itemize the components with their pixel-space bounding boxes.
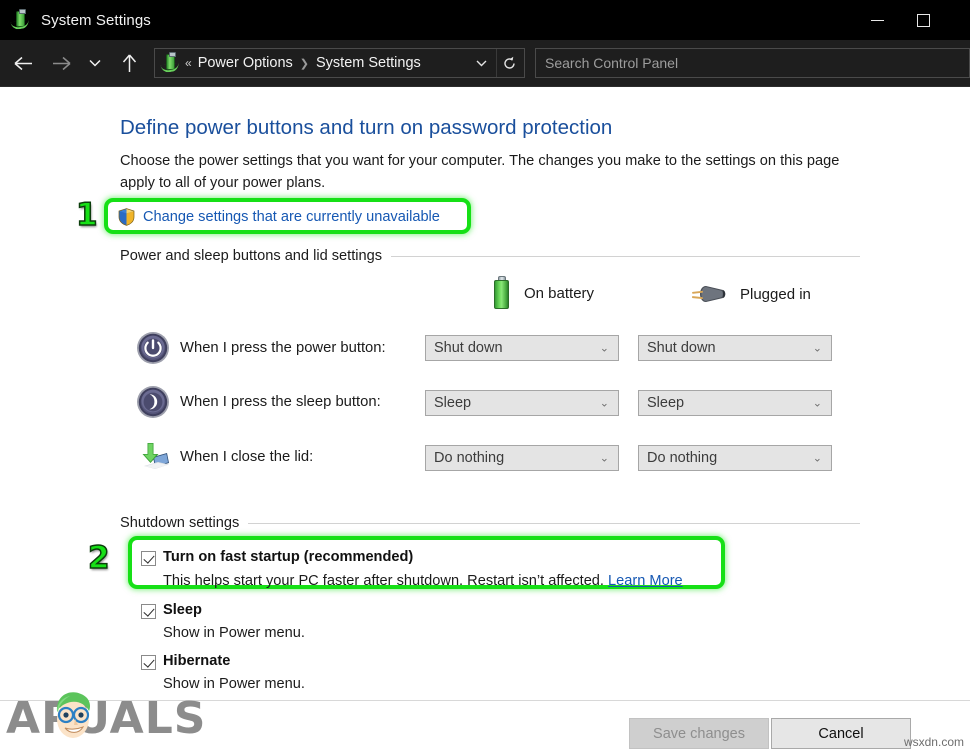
- page-description: Choose the power settings that you want …: [120, 150, 850, 194]
- checkbox-icon[interactable]: [141, 655, 156, 670]
- appuals-brand-a: A: [6, 697, 41, 741]
- hibernate-description: Show in Power menu.: [163, 676, 305, 692]
- uac-shield-icon: [118, 208, 135, 226]
- breadcrumb-overflow-icon[interactable]: «: [185, 56, 192, 70]
- breadcrumb-power-options[interactable]: Power Options: [198, 55, 293, 71]
- shutdown-group-header: Shutdown settings: [120, 515, 860, 531]
- breadcrumb-battery-icon: [160, 53, 182, 73]
- column-header-on-battery: On battery: [492, 276, 594, 310]
- change-settings-link[interactable]: Change settings that are currently unava…: [143, 209, 440, 225]
- combo-close-lid-plugged-in[interactable]: Do nothing ⌄: [638, 445, 832, 471]
- callout-number-2: 2: [88, 543, 110, 574]
- row-label-close-lid: When I close the lid:: [180, 449, 313, 465]
- chevron-down-icon: ⌄: [813, 452, 822, 465]
- window-battery-icon: [11, 10, 31, 30]
- row-label-sleep-button: When I press the sleep button:: [180, 394, 381, 410]
- refresh-icon: [502, 56, 517, 71]
- window-title: System Settings: [41, 12, 151, 29]
- address-bar: « Power Options ❯ System Settings Search…: [0, 40, 970, 87]
- hibernate-label: Hibernate: [163, 653, 230, 669]
- combo-value: Shut down: [434, 340, 503, 356]
- laptop-lid-icon: [136, 440, 170, 474]
- wsxdn-watermark: wsxdn.com: [904, 735, 964, 749]
- combo-power-button-plugged-in[interactable]: Shut down ⌄: [638, 335, 832, 361]
- combo-value: Shut down: [647, 340, 716, 356]
- column-label-on-battery: On battery: [524, 285, 594, 302]
- window-controls: [854, 0, 970, 40]
- save-changes-button[interactable]: Save changes: [629, 718, 769, 749]
- combo-power-button-on-battery[interactable]: Shut down ⌄: [425, 335, 619, 361]
- chevron-down-icon: ⌄: [600, 342, 609, 355]
- arrow-left-icon: [14, 56, 33, 71]
- system-settings-window: System Settings: [0, 0, 970, 755]
- checkbox-icon[interactable]: [141, 604, 156, 619]
- shutdown-group-label: Shutdown settings: [120, 515, 239, 531]
- row-label-power-button: When I press the power button:: [180, 340, 386, 356]
- fast-startup-description-text: This helps start your PC faster after sh…: [163, 573, 604, 589]
- combo-value: Sleep: [434, 395, 471, 411]
- combo-value: Sleep: [647, 395, 684, 411]
- appuals-mascot-icon: [45, 685, 103, 747]
- chevron-down-icon: [475, 59, 488, 68]
- power-buttons-group-label: Power and sleep buttons and lid settings: [120, 248, 382, 264]
- sleep-label: Sleep: [163, 602, 202, 618]
- forward-button[interactable]: [46, 48, 76, 78]
- sleep-moon-icon: [136, 385, 170, 419]
- combo-sleep-button-on-battery[interactable]: Sleep ⌄: [425, 390, 619, 416]
- chevron-down-icon: [88, 58, 102, 68]
- combo-sleep-button-plugged-in[interactable]: Sleep ⌄: [638, 390, 832, 416]
- fast-startup-checkbox[interactable]: Turn on fast startup (recommended): [141, 549, 413, 566]
- breadcrumb-system-settings[interactable]: System Settings: [316, 55, 421, 71]
- combo-value: Do nothing: [434, 450, 504, 466]
- chevron-down-icon: ⌄: [813, 397, 822, 410]
- breadcrumb-separator-icon: ❯: [300, 57, 309, 70]
- up-button[interactable]: [114, 48, 144, 78]
- fast-startup-label: Turn on fast startup (recommended): [163, 549, 413, 565]
- minimize-icon: [871, 20, 884, 21]
- chevron-down-icon: ⌄: [600, 397, 609, 410]
- column-header-plugged-in: Plugged in: [692, 281, 811, 307]
- refresh-button[interactable]: [496, 49, 522, 77]
- sleep-checkbox[interactable]: Sleep: [141, 602, 202, 619]
- callout-number-1: 1: [76, 200, 98, 231]
- battery-icon: [492, 276, 512, 310]
- chevron-down-icon: ⌄: [813, 342, 822, 355]
- maximize-icon: [917, 14, 930, 27]
- sleep-description: Show in Power menu.: [163, 625, 305, 641]
- title-bar: System Settings: [0, 0, 970, 40]
- arrow-right-icon: [52, 56, 71, 71]
- cancel-label: Cancel: [818, 726, 863, 742]
- power-button-icon: [136, 331, 170, 365]
- recent-locations-button[interactable]: [80, 48, 110, 78]
- fast-startup-description: This helps start your PC faster after sh…: [163, 573, 683, 589]
- save-changes-label: Save changes: [653, 726, 745, 742]
- cancel-button[interactable]: Cancel: [771, 718, 911, 749]
- group-divider: [248, 523, 860, 524]
- search-input[interactable]: Search Control Panel: [545, 55, 678, 71]
- power-buttons-group-header: Power and sleep buttons and lid settings: [120, 248, 860, 264]
- combo-value: Do nothing: [647, 450, 717, 466]
- appuals-watermark: A PUALS: [6, 697, 206, 741]
- minimize-button[interactable]: [854, 0, 900, 40]
- page-title: Define power buttons and turn on passwor…: [120, 116, 612, 140]
- combo-close-lid-on-battery[interactable]: Do nothing ⌄: [425, 445, 619, 471]
- chevron-down-icon: ⌄: [600, 452, 609, 465]
- search-box[interactable]: Search Control Panel: [535, 48, 970, 78]
- group-divider: [391, 256, 860, 257]
- back-button[interactable]: [8, 48, 38, 78]
- checkbox-icon[interactable]: [141, 551, 156, 566]
- change-settings-row[interactable]: Change settings that are currently unava…: [118, 205, 440, 229]
- breadcrumb-dropdown-button[interactable]: [468, 49, 494, 77]
- arrow-up-icon: [122, 54, 137, 73]
- learn-more-link[interactable]: Learn More: [608, 573, 683, 589]
- breadcrumb[interactable]: « Power Options ❯ System Settings: [154, 48, 525, 78]
- hibernate-checkbox[interactable]: Hibernate: [141, 653, 230, 670]
- content-area: Define power buttons and turn on passwor…: [0, 88, 970, 755]
- power-plug-icon: [692, 281, 728, 307]
- maximize-button[interactable]: [900, 0, 946, 40]
- column-label-plugged-in: Plugged in: [740, 286, 811, 303]
